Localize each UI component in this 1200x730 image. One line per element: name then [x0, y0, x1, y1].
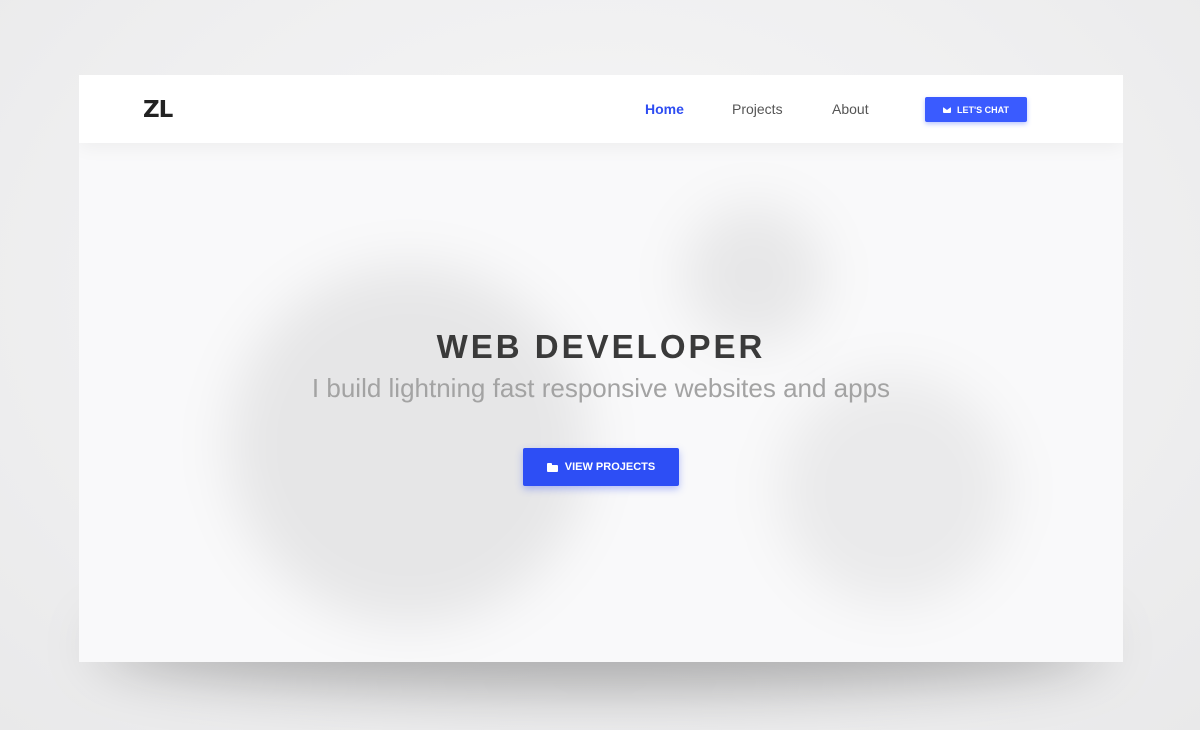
view-projects-button[interactable]: VIEW PROJECTS [523, 448, 679, 486]
hero-subtitle: I build lightning fast responsive websit… [311, 373, 891, 403]
envelope-icon [943, 106, 951, 113]
hero-title: WEB DEVELOPER [436, 328, 766, 365]
nav-link-home[interactable]: Home [645, 100, 684, 118]
logo[interactable]: ZL [143, 96, 173, 124]
lets-chat-label: LET'S CHAT [957, 104, 1009, 115]
navbar: ZL Home Projects About LET'S CHAT [79, 75, 1123, 143]
lets-chat-button[interactable]: LET'S CHAT [925, 97, 1027, 122]
view-projects-label: VIEW PROJECTS [564, 461, 656, 473]
nav-link-about[interactable]: About [832, 100, 869, 118]
website-card: ZL Home Projects About LET'S CHAT WEB DE… [79, 75, 1123, 662]
hero-section: WEB DEVELOPER I build lightning fast res… [79, 143, 1123, 662]
nav-link-projects[interactable]: Projects [732, 100, 783, 118]
folder-open-icon [546, 462, 558, 472]
